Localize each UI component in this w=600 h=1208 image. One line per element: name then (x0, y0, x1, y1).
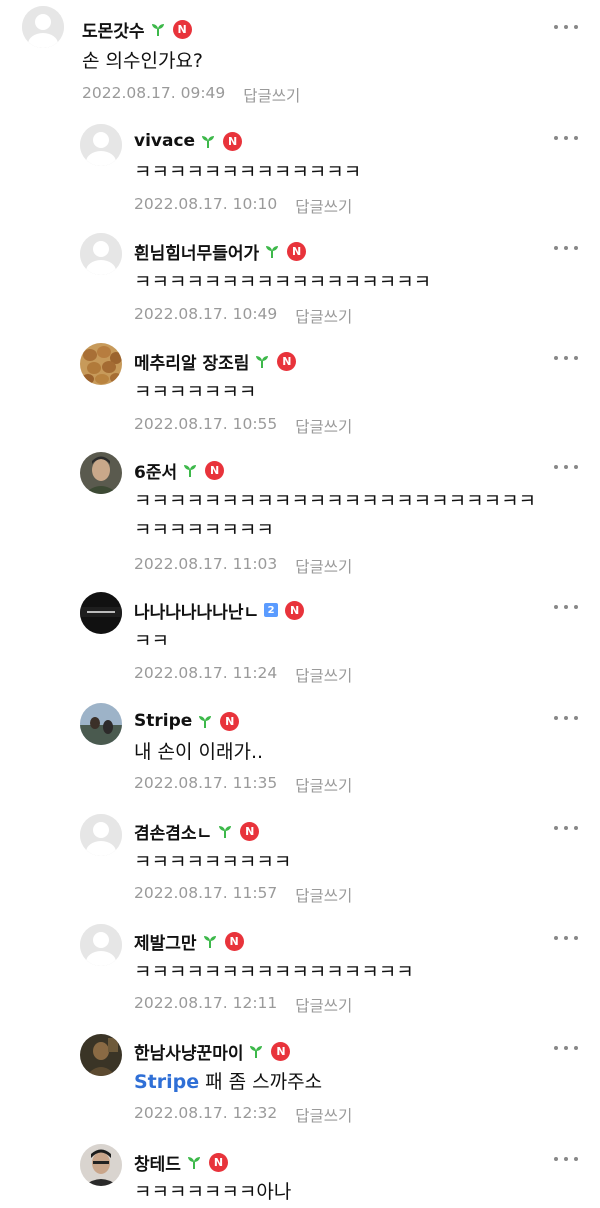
more-options-icon[interactable] (554, 933, 578, 943)
more-options-icon[interactable] (554, 713, 578, 723)
avatar[interactable] (80, 1034, 122, 1076)
sprout-icon (266, 246, 279, 258)
avatar[interactable] (80, 343, 122, 385)
comment-text: ㅋㅋㅋㅋㅋㅋㅋㅋㅋㅋㅋㅋㅋㅋㅋㅋ (134, 961, 414, 983)
mention-link[interactable]: Stripe (134, 1071, 199, 1093)
avatar[interactable] (80, 452, 122, 494)
comment-date: 2022.08.17. 11:57 (134, 884, 278, 902)
comment-date: 2022.08.17. 11:03 (134, 555, 278, 573)
n-badge-icon: N (223, 131, 243, 151)
reply-button[interactable]: 답글쓰기 (295, 555, 352, 577)
comment-text: ㅋㅋ (134, 630, 169, 652)
comment-text: ㅋㅋㅋㅋㅋㅋㅋ아나 (134, 1181, 292, 1203)
avatar[interactable] (80, 924, 122, 966)
more-options-icon[interactable] (554, 823, 578, 833)
comment-text: ㅋㅋㅋㅋㅋㅋㅋㅋㅋ (134, 851, 292, 873)
more-options-icon[interactable] (554, 1043, 578, 1053)
n-badge-icon: N (220, 711, 240, 731)
nickname[interactable]: 제발그만 (134, 929, 197, 954)
n-badge-icon: N (240, 821, 260, 841)
more-options-icon[interactable] (554, 133, 578, 143)
sprout-icon (187, 1157, 200, 1169)
reply-button[interactable]: 답글쓰기 (295, 884, 352, 906)
more-options-icon[interactable] (554, 462, 578, 472)
n-badge-icon: N (277, 351, 297, 371)
avatar[interactable] (22, 6, 64, 48)
comment-date: 2022.08.17. 11:24 (134, 664, 278, 682)
avatar[interactable] (80, 592, 122, 634)
nickname[interactable]: 흰님힘너무들어가 (134, 239, 259, 264)
nickname[interactable]: vivace (134, 131, 195, 151)
n-badge-icon: N (172, 19, 192, 39)
nickname[interactable]: 창테드 (134, 1150, 181, 1175)
nickname[interactable]: 나나나나나나난ㄴ (134, 598, 259, 623)
avatar[interactable] (80, 814, 122, 856)
n-badge-icon: N (271, 1041, 291, 1061)
comment-date: 2022.08.17. 12:32 (134, 1104, 278, 1122)
reply-button[interactable]: 답글쓰기 (295, 195, 352, 217)
more-options-icon[interactable] (554, 1154, 578, 1164)
comment-text-body: 패 좀 스까주소 (205, 1071, 323, 1093)
comment-text: Stripe 패 좀 스까주소 (134, 1069, 322, 1095)
comment-text: 손 의수인가요? (82, 50, 204, 72)
sprout-icon (203, 936, 216, 948)
nickname[interactable]: 한남사냥꾼마이 (134, 1039, 243, 1064)
n-badge-icon: N (224, 931, 244, 951)
sprout-icon (219, 826, 232, 838)
more-options-icon[interactable] (554, 243, 578, 253)
reply-button[interactable]: 답글쓰기 (295, 774, 352, 796)
comment-date: 2022.08.17. 10:55 (134, 415, 278, 433)
avatar[interactable] (80, 233, 122, 275)
comment-text: ㅋㅋㅋㅋㅋㅋㅋ (134, 381, 257, 403)
comment-text: ㅋㅋㅋㅋㅋㅋㅋㅋㅋㅋㅋㅋㅋㅋㅋㅋㅋ (134, 271, 432, 293)
avatar[interactable] (80, 703, 122, 745)
level-badge: 2 (264, 603, 279, 617)
sprout-icon (184, 465, 197, 477)
reply-button[interactable]: 답글쓰기 (295, 1104, 352, 1126)
comment-date: 2022.08.17. 10:49 (134, 305, 278, 323)
sprout-icon (250, 1046, 263, 1058)
more-options-icon[interactable] (554, 353, 578, 363)
comment-text-line-2: ㅋㅋㅋㅋㅋㅋㅋㅋ (134, 519, 274, 541)
sprout-icon (199, 716, 212, 728)
nickname[interactable]: 겸손겸소ㄴ (134, 819, 212, 844)
n-badge-icon: N (285, 600, 305, 620)
sprout-icon (256, 356, 269, 368)
reply-button[interactable]: 답글쓰기 (295, 994, 352, 1016)
n-badge-icon: N (205, 460, 225, 480)
comment-date: 2022.08.17. 10:10 (134, 195, 278, 213)
nickname[interactable]: 메추리알 장조림 (134, 349, 249, 374)
comment-text: 내 손이 이래가.. (134, 741, 264, 763)
comment-text: ㅋㅋㅋㅋㅋㅋㅋㅋㅋㅋㅋㅋㅋㅋㅋㅋㅋㅋㅋㅋㅋㅋㅋ (134, 490, 537, 512)
more-options-icon[interactable] (554, 602, 578, 612)
comment-date: 2022.08.17. 11:35 (134, 774, 278, 792)
more-options-icon[interactable] (554, 22, 578, 32)
avatar[interactable] (80, 1144, 122, 1186)
nickname[interactable]: Stripe (134, 711, 192, 731)
reply-button[interactable]: 답글쓰기 (295, 415, 352, 437)
n-badge-icon: N (208, 1152, 228, 1172)
comment-date: 2022.08.17. 12:11 (134, 994, 278, 1012)
sprout-icon (202, 136, 215, 148)
sprout-icon (151, 24, 164, 36)
nickname[interactable]: 도몬갓수 (82, 17, 145, 42)
comment-text: ㅋㅋㅋㅋㅋㅋㅋㅋㅋㅋㅋㅋㅋ (134, 161, 362, 183)
reply-button[interactable]: 답글쓰기 (295, 305, 352, 327)
comment-date: 2022.08.17. 09:49 (82, 84, 226, 102)
nickname[interactable]: 6준서 (134, 458, 177, 483)
reply-button[interactable]: 답글쓰기 (295, 664, 352, 686)
n-badge-icon: N (287, 241, 307, 261)
avatar[interactable] (80, 124, 122, 166)
reply-button[interactable]: 답글쓰기 (243, 84, 300, 106)
